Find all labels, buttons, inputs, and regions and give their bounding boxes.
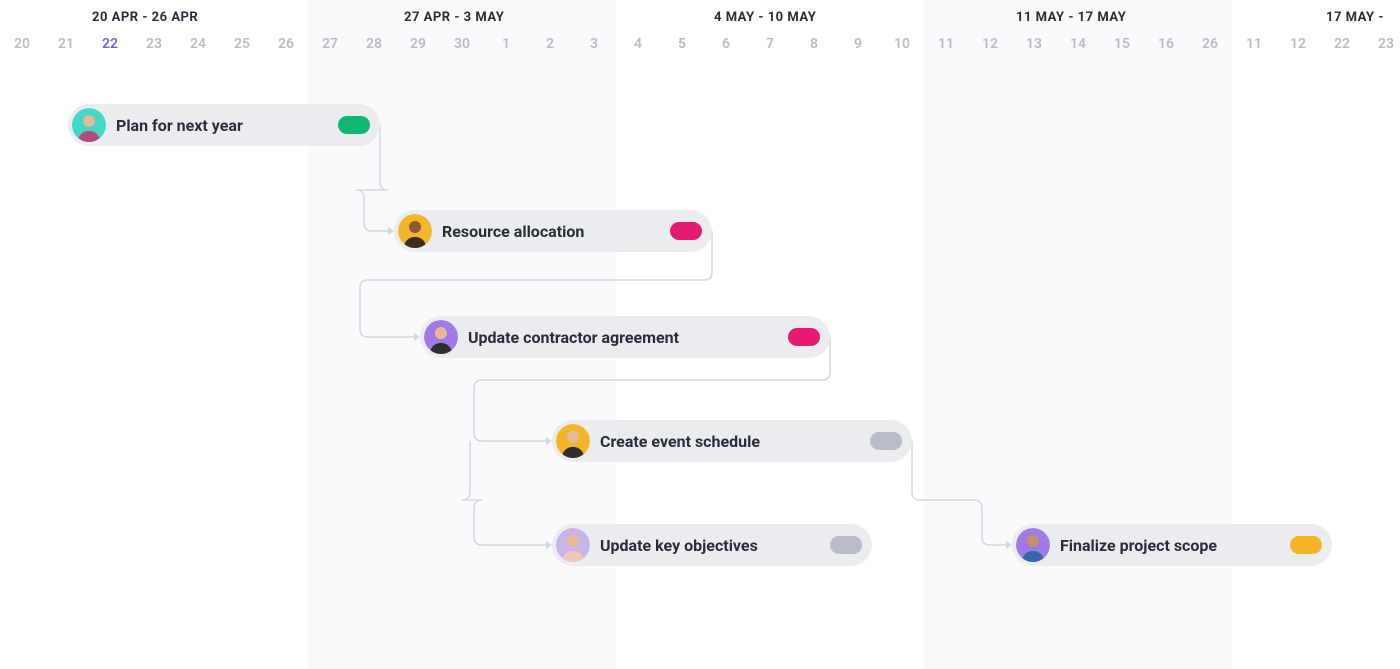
task-bar-update-key-objectives[interactable]: Update key objectives xyxy=(552,524,872,566)
day-number[interactable]: 22 xyxy=(1320,36,1364,52)
task-title: Update contractor agreement xyxy=(468,328,679,347)
day-number[interactable]: 4 xyxy=(616,36,660,52)
day-number[interactable]: 1 xyxy=(484,36,528,52)
task-title: Plan for next year xyxy=(116,116,243,135)
assignee-avatar[interactable] xyxy=(556,528,590,562)
assignee-avatar[interactable] xyxy=(424,320,458,354)
task-title: Create event schedule xyxy=(600,432,760,451)
task-title: Finalize project scope xyxy=(1060,536,1217,555)
day-number-today[interactable]: 22 xyxy=(88,36,132,52)
day-number[interactable]: 7 xyxy=(748,36,792,52)
status-pill[interactable] xyxy=(1290,536,1322,554)
day-number[interactable]: 10 xyxy=(880,36,924,52)
status-pill[interactable] xyxy=(670,222,702,240)
day-number[interactable]: 8 xyxy=(792,36,836,52)
day-number[interactable]: 27 xyxy=(308,36,352,52)
day-number[interactable]: 21 xyxy=(44,36,88,52)
day-number[interactable]: 15 xyxy=(1100,36,1144,52)
task-bar-create-event-schedule[interactable]: Create event schedule xyxy=(552,420,912,462)
day-number[interactable]: 12 xyxy=(1276,36,1320,52)
day-number[interactable]: 20 xyxy=(0,36,44,52)
day-number[interactable]: 2 xyxy=(528,36,572,52)
week-range-label: 20 APR - 26 APR xyxy=(92,10,198,25)
day-number[interactable]: 30 xyxy=(440,36,484,52)
task-bar-finalize-project-scope[interactable]: Finalize project scope xyxy=(1012,524,1332,566)
day-number[interactable]: 26 xyxy=(1188,36,1232,52)
assignee-avatar[interactable] xyxy=(398,214,432,248)
status-pill[interactable] xyxy=(788,328,820,346)
day-number[interactable]: 14 xyxy=(1056,36,1100,52)
day-number[interactable]: 23 xyxy=(132,36,176,52)
day-number[interactable]: 24 xyxy=(176,36,220,52)
task-bar-resource-allocation[interactable]: Resource allocation xyxy=(394,210,712,252)
task-title: Resource allocation xyxy=(442,222,584,241)
assignee-avatar[interactable] xyxy=(1016,528,1050,562)
task-bar-update-contractor-agreement[interactable]: Update contractor agreement xyxy=(420,316,830,358)
task-bar-plan-next-year[interactable]: Plan for next year xyxy=(68,104,380,146)
timeline-day-row: 2021222324252627282930123456789101112131… xyxy=(0,36,1400,60)
day-number[interactable]: 12 xyxy=(968,36,1012,52)
day-number[interactable]: 11 xyxy=(1232,36,1276,52)
week-range-label: 17 MAY - xyxy=(1326,10,1384,25)
day-number[interactable]: 9 xyxy=(836,36,880,52)
status-pill[interactable] xyxy=(830,536,862,554)
day-number[interactable]: 13 xyxy=(1012,36,1056,52)
day-number[interactable]: 28 xyxy=(352,36,396,52)
day-number[interactable]: 3 xyxy=(572,36,616,52)
task-title: Update key objectives xyxy=(600,536,758,555)
day-number[interactable]: 23 xyxy=(1364,36,1400,52)
day-number[interactable]: 6 xyxy=(704,36,748,52)
day-number[interactable]: 25 xyxy=(220,36,264,52)
day-number[interactable]: 26 xyxy=(264,36,308,52)
day-number[interactable]: 16 xyxy=(1144,36,1188,52)
day-number[interactable]: 11 xyxy=(924,36,968,52)
status-pill[interactable] xyxy=(870,432,902,450)
day-number[interactable]: 29 xyxy=(396,36,440,52)
day-number[interactable]: 5 xyxy=(660,36,704,52)
status-pill[interactable] xyxy=(338,116,370,134)
week-range-label: 11 MAY - 17 MAY xyxy=(1016,10,1126,25)
timeline-header: 2021222324252627282930123456789101112131… xyxy=(0,0,1400,60)
assignee-avatar[interactable] xyxy=(72,108,106,142)
tasks-layer: Plan for next year Resource allocation Upd… xyxy=(0,60,1400,669)
assignee-avatar[interactable] xyxy=(556,424,590,458)
week-range-label: 4 MAY - 10 MAY xyxy=(714,10,816,25)
week-range-label: 27 APR - 3 MAY xyxy=(404,10,504,25)
